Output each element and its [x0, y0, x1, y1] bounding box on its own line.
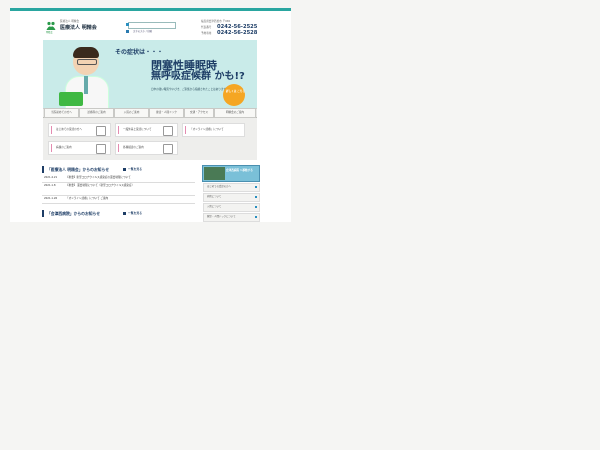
- nav-item-inpatient[interactable]: 入院のご案内: [114, 108, 149, 118]
- hero-cta-button[interactable]: [223, 84, 245, 106]
- hero-cta-label[interactable]: 詳しくは こちら: [226, 90, 245, 94]
- sidebar-item-label: 病院について: [207, 195, 222, 198]
- hero-title-line2: 無呼吸症候群 かも!?: [151, 71, 245, 82]
- hero-banner[interactable]: その症状は・・・ 閉塞性睡眠時 無呼吸症候群 かも!? 日中の強い眠気やいびき、…: [43, 40, 257, 112]
- nav-item-checkup[interactable]: 健診・人間ドック: [149, 108, 184, 118]
- phone-label-1: 代表番号: [201, 26, 212, 29]
- card-label: 一般外来と受診について: [123, 128, 152, 131]
- chevron-right-icon: [255, 196, 257, 198]
- glasses-icon: [77, 59, 97, 65]
- nav-item-first-visit[interactable]: 当院初めての方へ: [44, 108, 79, 118]
- sidebar-item[interactable]: はじめての受診の方へ: [203, 183, 260, 192]
- news2-title: 「会津西病院」からのお知らせ: [47, 211, 101, 216]
- nav-item-access[interactable]: 交通・アクセス: [184, 108, 214, 118]
- arrow-icon: [123, 212, 126, 215]
- chevron-right-icon: [255, 216, 257, 218]
- news-date: 2021.1.8: [44, 184, 56, 187]
- doctor-hair: [73, 47, 99, 58]
- shield-icon: [96, 126, 106, 136]
- text-size-icon[interactable]: [126, 30, 129, 33]
- nav-item-departments[interactable]: 診療科のご案内: [79, 108, 114, 118]
- news2-more-link[interactable]: 一覧を見る: [128, 212, 142, 215]
- search-icon[interactable]: [126, 23, 129, 26]
- utility-links[interactable]: 文字の大小 / 印刷: [133, 30, 152, 33]
- news-title: 「医療法人 明精会」からのお知らせ: [47, 167, 109, 172]
- news-link[interactable]: 【重要】 面会制限について（新型コロナウイルス感染症）: [66, 184, 134, 188]
- card-label: 病棟のご案内: [56, 146, 72, 149]
- sidebar-item[interactable]: 病院について: [203, 193, 260, 202]
- card-label: はじめての受診の方へ: [56, 128, 82, 131]
- arrow-icon: [123, 168, 126, 171]
- sidebar-item[interactable]: 健診・人間ドックについて: [203, 213, 260, 222]
- logo-subtitle: 医療法人 明精会: [60, 20, 79, 23]
- divider: [42, 182, 195, 183]
- doctor-tie: [84, 76, 88, 94]
- card-ward[interactable]: 病棟のご案内: [48, 141, 111, 155]
- chevron-right-icon: [255, 186, 257, 188]
- card-first-visit[interactable]: はじめての受診の方へ: [48, 123, 111, 137]
- top-accent-bar: [10, 8, 291, 11]
- chevron-right-icon: [255, 206, 257, 208]
- card-online-consult[interactable]: 「オンライン診療」について: [182, 123, 245, 137]
- divider: [42, 203, 195, 204]
- stethoscope-icon: [163, 144, 173, 154]
- sidebar-item-label: はじめての受診の方へ: [207, 185, 231, 188]
- hero-title-line1: 閉塞性睡眠時: [151, 59, 217, 72]
- news2-title-marker: [42, 210, 44, 217]
- logo-icon[interactable]: [46, 21, 56, 31]
- hospital-banner-label[interactable]: 会津西病院 へ移動する: [226, 169, 253, 173]
- card-label: 各種検診のご案内: [123, 146, 144, 149]
- divider: [42, 195, 195, 196]
- news-link[interactable]: 「オンライン診療」について ご案内: [66, 197, 108, 201]
- hospital-banner[interactable]: [202, 165, 260, 182]
- card-outpatient[interactable]: 一般外来と受診について: [115, 123, 178, 137]
- nav-item-about[interactable]: 明精会のご案内: [214, 108, 256, 118]
- news-link[interactable]: 【重要】新型コロナウイルス感染症の面会制限について: [66, 176, 131, 180]
- card-accent: [51, 126, 52, 134]
- hero-description: 日中の強い眠気やいびき、ご家族から指摘されたことはありませんか。: [151, 88, 234, 91]
- sidebar-item-label: 入院について: [207, 205, 222, 208]
- card-accent: [118, 144, 119, 152]
- laptop-icon: [59, 92, 83, 106]
- card-accent: [51, 144, 52, 152]
- sidebar-item-label: 健診・人間ドックについて: [207, 215, 236, 218]
- card-label: 「オンライン診療」について: [190, 128, 224, 131]
- card-accent: [185, 126, 186, 134]
- hospital-photo: [204, 167, 225, 180]
- card-accent: [118, 126, 119, 134]
- news-title-marker: [42, 166, 44, 173]
- news-date: 2021.4.21: [44, 176, 58, 179]
- document-icon: [163, 126, 173, 136]
- phone-label-2: 予約専用: [201, 32, 212, 35]
- sidebar-item[interactable]: 入院について: [203, 203, 260, 212]
- logo-badge: 明精会: [46, 31, 53, 34]
- news-date: 2021.1.26: [44, 197, 58, 200]
- hero-pretitle: その症状は・・・: [115, 49, 164, 56]
- search-input[interactable]: [128, 22, 176, 29]
- logo-title[interactable]: 医療法人 明精会: [60, 26, 97, 31]
- building-icon: [96, 144, 106, 154]
- card-checkups[interactable]: 各種検診のご案内: [115, 141, 178, 155]
- news-more-link[interactable]: 一覧を見る: [128, 168, 142, 171]
- phone-number-2[interactable]: 0242-56-2528: [217, 30, 257, 36]
